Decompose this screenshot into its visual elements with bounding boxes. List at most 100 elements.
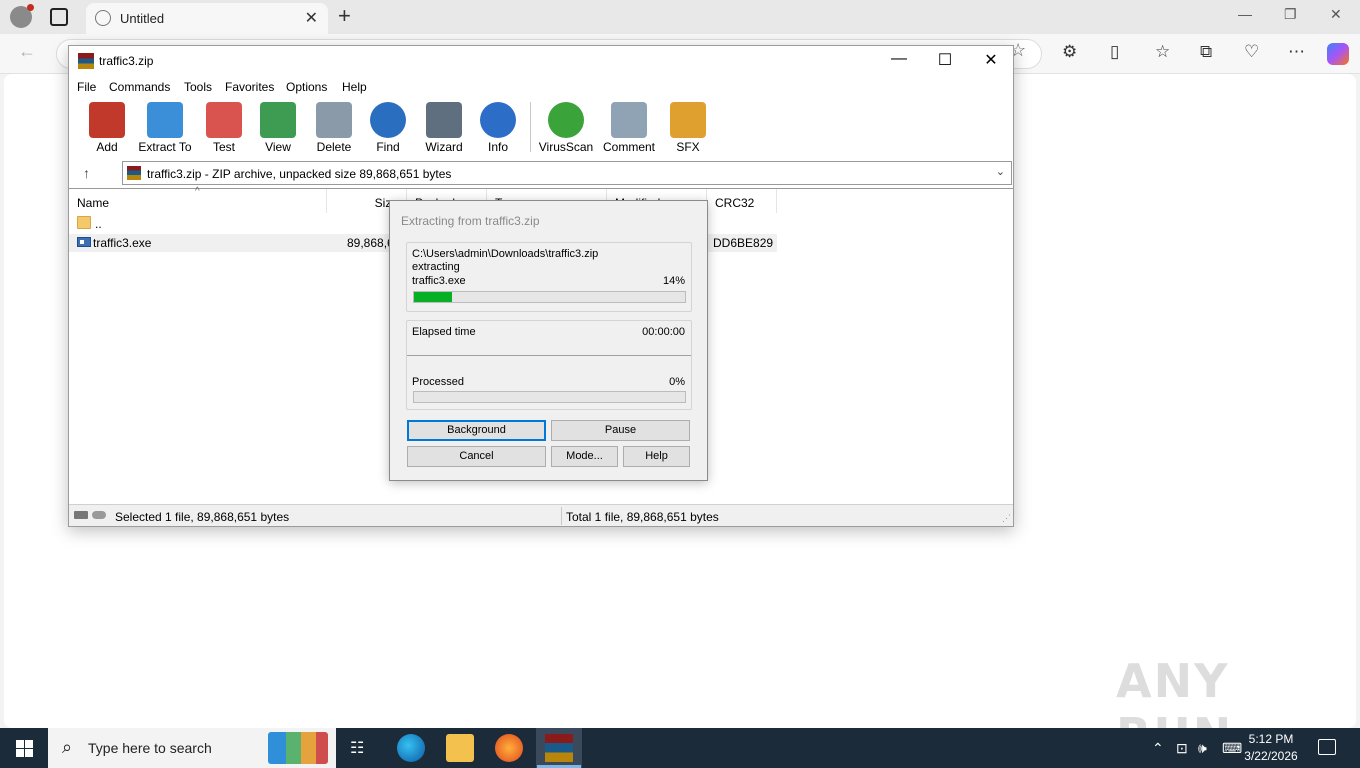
winrar-taskbar-icon[interactable] — [537, 734, 581, 768]
find-label: Find — [376, 140, 400, 154]
extract-to-label: Extract To — [138, 140, 192, 154]
winrar-title: traffic3.zip — [99, 54, 154, 68]
info-button[interactable]: Info — [466, 100, 530, 156]
comment-button[interactable]: Comment — [597, 100, 661, 156]
clock-date: 3/22/2026 — [1244, 749, 1298, 763]
toolbar-separator — [530, 102, 531, 152]
chevron-down-icon[interactable]: ⌄ — [996, 165, 1005, 178]
row-size: 89,868,6 — [347, 236, 394, 250]
copilot-icon[interactable] — [1327, 43, 1349, 65]
notification-icon[interactable] — [1318, 739, 1336, 755]
clock[interactable]: 5:12 PM 3/22/2026 — [1244, 731, 1298, 765]
background-button[interactable]: Background — [407, 420, 546, 441]
folder-up-icon — [77, 216, 91, 229]
archive-path: C:\Users\admin\Downloads\traffic3.zip — [412, 248, 599, 260]
totals-group: Elapsed time 00:00:00 Processed 0% — [406, 320, 692, 410]
split-screen-icon[interactable]: ▯ — [1110, 42, 1119, 62]
row-name: traffic3.exe — [93, 236, 152, 250]
add-archive-icon — [89, 102, 125, 138]
view-label: View — [265, 140, 291, 154]
chevron-up-icon[interactable]: ⌃ — [1152, 740, 1164, 757]
globe-icon — [95, 10, 111, 26]
profile-avatar[interactable] — [10, 4, 34, 28]
windows-logo-icon — [25, 749, 33, 757]
menu-commands[interactable]: Commands — [109, 80, 170, 94]
file-percent: 14% — [662, 275, 685, 287]
taskbar-search[interactable]: ⌕ Type here to search — [48, 728, 336, 768]
menu-file[interactable]: File — [77, 80, 96, 94]
elapsed-value: 00:00:00 — [642, 326, 685, 338]
favorites-icon[interactable]: ☆ — [1155, 42, 1170, 62]
search-highlight-image — [268, 732, 328, 764]
elapsed-label: Elapsed time — [412, 326, 476, 338]
status-divider — [561, 507, 562, 525]
restore-icon[interactable]: ❐ — [1284, 6, 1297, 23]
view-button[interactable]: View — [246, 100, 310, 156]
network-icon[interactable]: ⊡ — [1176, 740, 1188, 757]
windows-logo-icon — [25, 740, 33, 748]
virusscan-button[interactable]: VirusScan — [534, 100, 598, 156]
more-options-icon[interactable]: ⋯ — [1288, 42, 1305, 62]
menu-bar: File Commands Tools Favorites Options He… — [69, 76, 1013, 98]
find-button[interactable]: Find — [356, 100, 420, 156]
back-arrow-icon[interactable]: ← — [18, 41, 36, 62]
wand-icon — [426, 102, 462, 138]
add-label: Add — [96, 140, 118, 154]
trash-icon — [316, 102, 352, 138]
column-crc32[interactable]: CRC32 — [707, 189, 777, 213]
close-icon[interactable]: ✕ — [968, 50, 1014, 70]
processed-label: Processed — [412, 376, 464, 388]
firefox-icon[interactable] — [495, 734, 523, 762]
sfx-button[interactable]: SFX — [656, 100, 720, 156]
key-icon — [92, 511, 106, 519]
path-dropdown[interactable]: traffic3.zip - ZIP archive, unpacked siz… — [122, 161, 1012, 185]
group-separator — [407, 355, 691, 356]
menu-tools[interactable]: Tools — [184, 80, 212, 94]
volume-icon[interactable]: 🕪 — [1198, 740, 1207, 757]
comment-label: Comment — [602, 140, 655, 154]
sfx-label: SFX — [676, 140, 700, 154]
start-button[interactable] — [16, 740, 33, 757]
pause-button[interactable]: Pause — [551, 420, 690, 441]
search-icon: ⌕ — [62, 737, 73, 757]
help-button[interactable]: Help — [623, 446, 690, 467]
view-book-icon — [260, 102, 296, 138]
browser-tab[interactable]: Untitled ✕ — [86, 3, 328, 34]
magnifier-icon — [370, 102, 406, 138]
extract-folder-icon — [147, 102, 183, 138]
resize-grip-icon[interactable]: ⋰ — [1002, 513, 1011, 524]
add-button[interactable]: Add — [75, 100, 139, 156]
edge-taskbar-icon[interactable] — [397, 734, 425, 762]
processed-percent: 0% — [669, 376, 685, 388]
row-name: .. — [95, 217, 102, 231]
current-file-group: C:\Users\admin\Downloads\traffic3.zip ex… — [406, 242, 692, 312]
close-window-icon[interactable]: ✕ — [1330, 6, 1342, 23]
processed-progress-bar — [413, 391, 686, 403]
mode-button[interactable]: Mode... — [551, 446, 618, 467]
current-file: traffic3.exe — [412, 275, 466, 287]
virusscan-label: VirusScan — [538, 140, 594, 154]
collections-icon[interactable]: ⧉ — [1200, 42, 1212, 62]
menu-help[interactable]: Help — [342, 80, 367, 94]
archive-icon — [127, 166, 141, 180]
file-explorer-icon[interactable] — [446, 734, 474, 762]
language-icon[interactable]: ⌨ — [1222, 740, 1242, 757]
menu-favorites[interactable]: Favorites — [225, 80, 274, 94]
task-view-icon[interactable]: ☷ — [350, 738, 364, 758]
cancel-button[interactable]: Cancel — [407, 446, 546, 467]
tab-actions-icon[interactable] — [50, 8, 68, 26]
menu-options[interactable]: Options — [286, 80, 327, 94]
maximize-icon[interactable]: ☐ — [922, 50, 968, 70]
minimize-icon[interactable]: — — [1238, 6, 1252, 22]
test-checklist-icon — [206, 102, 242, 138]
close-tab-icon[interactable]: ✕ — [305, 8, 318, 28]
column-name[interactable]: Name ^ — [69, 186, 327, 213]
drive-icon — [74, 511, 88, 519]
minimize-icon[interactable]: — — [876, 50, 922, 68]
browser-essentials-icon[interactable]: ♡ — [1244, 42, 1259, 62]
extensions-icon[interactable]: ⚙ — [1062, 42, 1077, 62]
info-icon — [480, 102, 516, 138]
new-tab-button[interactable]: + — [338, 3, 351, 29]
up-arrow-icon[interactable]: ↑ — [83, 165, 90, 181]
extract-to-button[interactable]: Extract To — [133, 100, 197, 156]
